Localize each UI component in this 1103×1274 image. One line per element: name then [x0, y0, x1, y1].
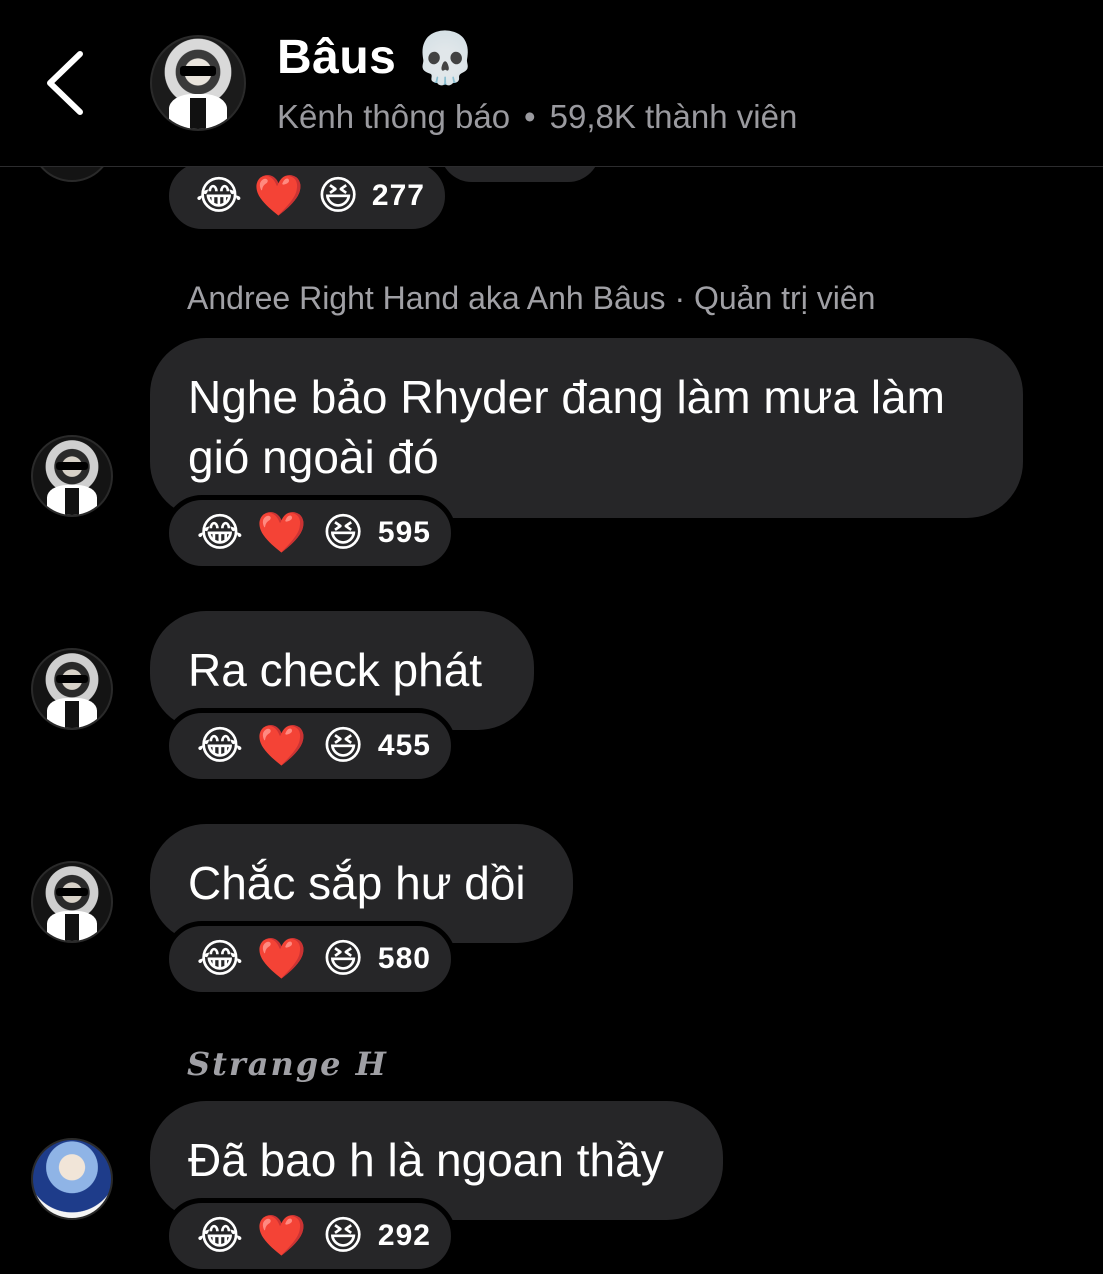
message-text: Chắc sắp hư dồi [188, 857, 526, 909]
reaction-bar[interactable]: 😂 ❤️ 😆 292 [164, 1198, 456, 1274]
channel-avatar[interactable] [150, 35, 246, 131]
laugh-cry-icon: 😂 [195, 174, 243, 218]
message-text: Đã bao h là ngoan thầy [188, 1134, 664, 1186]
channel-title: Bâus [277, 31, 397, 84]
chevron-left-icon [47, 51, 83, 115]
grin-squint-icon: 😆 [322, 511, 364, 555]
reaction-count: 277 [371, 179, 425, 212]
reaction-count: 292 [377, 1219, 431, 1252]
heart-icon: ❤️ [253, 174, 304, 218]
separator-dot: • [524, 98, 536, 135]
message-text: Ra check phát [188, 644, 483, 696]
member-count: 59,8K thành viên [549, 98, 798, 135]
channel-type-label: Kênh thông báo [277, 98, 511, 135]
reaction-count: 580 [377, 942, 431, 975]
back-button[interactable] [36, 48, 96, 118]
sender-name: Strange H [187, 1045, 388, 1083]
grin-squint-icon: 😆 [322, 724, 364, 768]
laugh-cry-icon: 😂 [196, 724, 244, 768]
reaction-bar[interactable]: 😂 ❤️ 😆 277 [164, 158, 450, 234]
avatar[interactable] [31, 648, 113, 730]
heart-icon: ❤️ [256, 724, 307, 768]
skull-icon: 💀 [414, 29, 477, 86]
reaction-bar[interactable]: 😂 ❤️ 😆 455 [164, 708, 456, 784]
channel-title-row[interactable]: Bâus 💀 [277, 30, 477, 85]
sender-name: Andree Right Hand aka Anh Bâus · Quản tr… [187, 280, 876, 316]
grin-squint-icon: 😆 [322, 1214, 364, 1258]
message-text: gió ngoài đó [188, 431, 439, 483]
laugh-cry-icon: 😂 [196, 511, 244, 555]
chat-header: Bâus 💀 Kênh thông báo • 59,8K thành viên [0, 0, 1103, 167]
grin-squint-icon: 😆 [322, 937, 364, 981]
reaction-bar[interactable]: 😂 ❤️ 😆 580 [164, 921, 456, 997]
message-bubble[interactable]: Nghe bảo Rhyder đang làm mưa làm gió ngo… [150, 338, 1023, 518]
heart-icon: ❤️ [256, 1214, 307, 1258]
reaction-count: 595 [377, 516, 431, 549]
channel-subtitle: Kênh thông báo • 59,8K thành viên [277, 98, 797, 136]
heart-icon: ❤️ [256, 937, 307, 981]
avatar[interactable] [31, 861, 113, 943]
message-text: Nghe bảo Rhyder đang làm mưa làm [188, 371, 945, 423]
laugh-cry-icon: 😂 [196, 1214, 244, 1258]
heart-icon: ❤️ [256, 511, 307, 555]
grin-squint-icon: 😆 [317, 174, 359, 218]
reaction-bar[interactable]: 😂 ❤️ 😆 595 [164, 495, 456, 571]
avatar[interactable] [31, 435, 113, 517]
avatar[interactable] [31, 1138, 113, 1220]
laugh-cry-icon: 😂 [196, 937, 244, 981]
reaction-count: 455 [377, 729, 431, 762]
